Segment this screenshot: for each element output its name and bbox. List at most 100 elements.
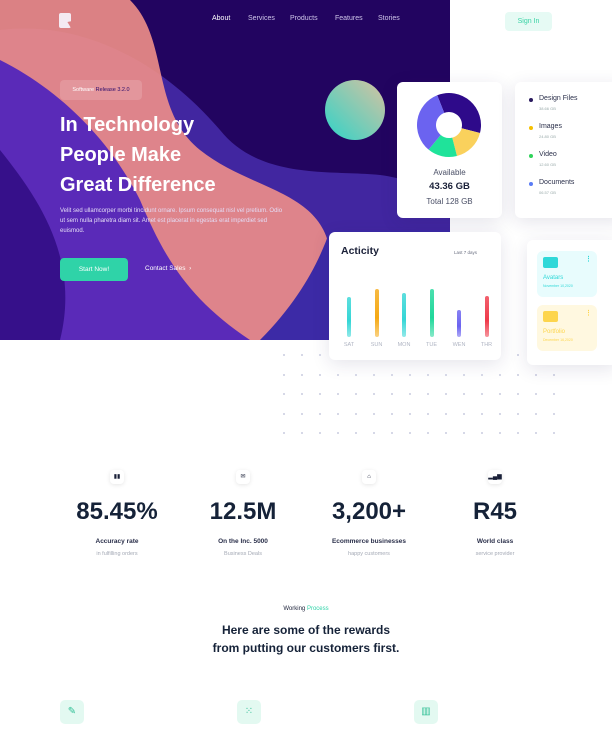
decorative-dot	[499, 393, 501, 395]
decorative-dot	[373, 432, 375, 434]
activity-range-select[interactable]: Last 7 days	[454, 250, 477, 255]
nav-stories[interactable]: Stories	[378, 15, 400, 22]
decorative-dot	[517, 393, 519, 395]
decorative-dot	[427, 432, 429, 434]
activity-bar-wen	[457, 310, 461, 337]
sign-in-button[interactable]: Sign In	[505, 12, 552, 31]
decorative-dot	[283, 354, 285, 356]
folder-name: Avatars	[543, 275, 564, 281]
storage-donut-chart	[417, 93, 481, 157]
decorative-dot	[463, 373, 465, 376]
decorative-dot	[535, 412, 537, 415]
nav-about[interactable]: About	[212, 15, 230, 22]
activity-bar-mon	[402, 293, 406, 337]
decorative-dot	[553, 412, 555, 415]
eyebrow-prefix: Working	[283, 606, 306, 612]
available-label: Available	[433, 168, 466, 177]
section-heading: Here are some of the rewards from putting…	[0, 621, 612, 657]
folder-date: December 16,2020	[543, 338, 573, 342]
folder-name: Portfolio	[543, 329, 566, 335]
contact-sales-link[interactable]: Contact Sales ›	[145, 265, 191, 272]
decorative-dot	[445, 412, 447, 415]
stat-sub: happy customers	[348, 551, 390, 557]
decorative-dot	[391, 412, 393, 415]
decorative-dot	[283, 432, 285, 434]
decorative-dot	[535, 432, 537, 434]
eyebrow-highlight: Process	[306, 606, 329, 612]
decorative-dot	[283, 393, 285, 395]
legend-dot	[529, 154, 533, 158]
legend-name: Video	[539, 151, 557, 158]
decorative-dot	[283, 373, 285, 376]
legend-size: 06.57 GB	[539, 190, 556, 195]
chart-icon: ▥	[414, 700, 438, 724]
stat-item: ⌂ 3,200+ Ecommerce businesses happy custome…	[309, 470, 429, 557]
decorative-dot	[427, 393, 429, 395]
decorative-dot	[409, 373, 411, 376]
decorative-dot	[517, 373, 519, 376]
nav-features[interactable]: Features	[335, 15, 363, 22]
day-label: SAT	[343, 342, 355, 348]
stat-value: 85.45%	[76, 498, 158, 525]
storage-legend-card: Design Files 38.66 GB Images 24.80 GB Video 1…	[515, 82, 612, 218]
hero-title: In Technology People Make Great Difference	[60, 110, 320, 200]
legend-size: 12.60 GB	[539, 162, 556, 167]
heading-line: from putting our customers first.	[212, 641, 400, 655]
stat-sub: Business Deals	[224, 551, 262, 557]
folder-avatars[interactable]: Avatars November 10,2020 ⋮	[537, 251, 597, 297]
signal-icon: ▂▄▆	[488, 470, 502, 484]
decorative-dot	[535, 393, 537, 395]
more-options-icon[interactable]: ⋮	[585, 310, 592, 317]
total-storage: Total 128 GB	[426, 197, 473, 206]
decorative-dot	[283, 412, 285, 415]
decorative-dot	[355, 393, 357, 395]
decorative-dot	[337, 432, 339, 434]
decorative-dot	[517, 412, 519, 415]
decorative-dot	[355, 412, 357, 415]
decorative-dot	[337, 412, 339, 415]
decorative-dot	[319, 432, 321, 434]
decorative-dot	[319, 354, 321, 356]
stat-value: R45	[472, 498, 518, 525]
decorative-dot	[301, 432, 303, 434]
legend-dot	[529, 182, 533, 186]
decorative-dot	[409, 412, 411, 415]
nav-products[interactable]: Products	[290, 15, 318, 22]
nav-services[interactable]: Services	[248, 15, 275, 22]
bar-chart-icon: ▮▮	[110, 470, 124, 484]
section-eyebrow: Working Process	[0, 606, 612, 612]
stat-item: ▮▮ 85.45% Accuracy rate in fulfilling order…	[57, 470, 177, 557]
decorative-dot	[445, 373, 447, 376]
decorative-dot	[319, 412, 321, 415]
legend-dot	[529, 98, 533, 102]
activity-bar-sun	[374, 289, 379, 337]
decorative-dot	[301, 354, 303, 356]
stat-sub: service provider	[475, 551, 515, 557]
decorative-dot	[373, 412, 375, 415]
decorative-dot	[445, 432, 447, 434]
legend-name: Design Files	[539, 95, 578, 102]
folder-portfolio[interactable]: Portfolio December 16,2020 ⋮	[537, 305, 597, 351]
day-label: WEN	[452, 342, 466, 348]
decorative-dot	[301, 373, 303, 376]
day-label: TUE	[426, 342, 437, 348]
decorative-dot	[481, 412, 483, 415]
more-options-icon[interactable]: ⋮	[585, 256, 592, 263]
stat-sub: in fulfilling orders	[96, 551, 138, 557]
decorative-dot	[391, 373, 393, 376]
decorative-dot	[499, 412, 501, 415]
badge-prefix: Software	[72, 87, 95, 93]
decorative-dot	[391, 393, 393, 395]
decorative-dot	[463, 432, 465, 434]
available-value: 43.36 GB	[429, 181, 470, 192]
logo[interactable]	[59, 13, 71, 28]
decorative-dot	[319, 373, 321, 376]
decorative-dot	[409, 432, 411, 434]
stat-value: 3,200+	[331, 498, 407, 525]
decorative-dot	[463, 393, 465, 395]
decorative-dot	[445, 393, 447, 395]
day-label: THR	[480, 342, 493, 348]
start-now-button[interactable]: Start Now!	[60, 258, 128, 281]
legend-size: 24.80 GB	[539, 134, 556, 139]
decorative-dot	[355, 432, 357, 434]
